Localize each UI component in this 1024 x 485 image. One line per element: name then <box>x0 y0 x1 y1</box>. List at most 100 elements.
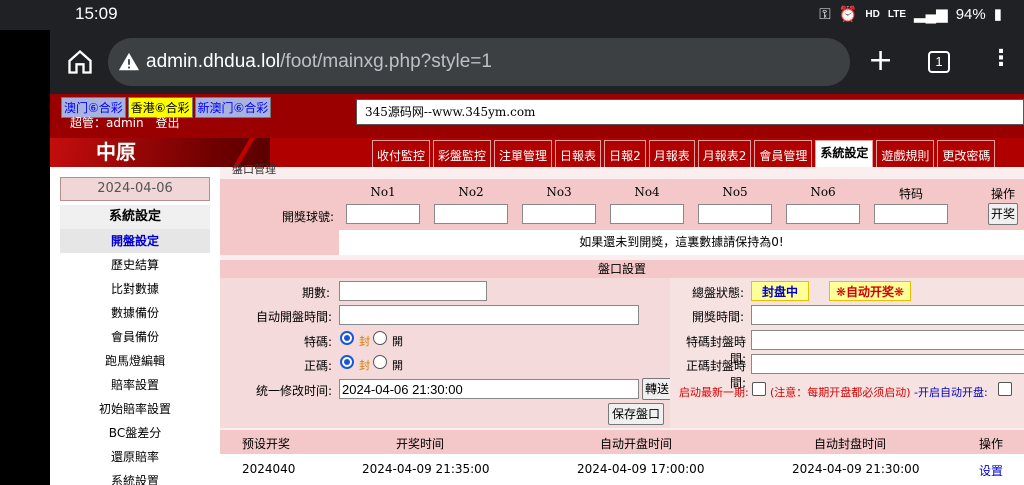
marquee-notice: 345源码网--www.345ym.com <box>356 99 1024 125</box>
home-icon[interactable] <box>66 48 94 76</box>
nav-tab-monthly-report[interactable]: 月報表 <box>648 140 695 167</box>
status-icons: ⚿ ⏰ HD LTE ▂▄▆ 94% ▮ <box>819 5 1002 24</box>
column-header: No6 <box>810 185 836 199</box>
main-content: 盤口管理 No1 No2 No3 No4 No5 No6 特码 操作 開獎球號:… <box>220 163 1024 485</box>
sidebar-item-restore-odds[interactable]: 還原賠率 <box>60 445 210 469</box>
column-header: No1 <box>370 185 396 199</box>
regular-open-label: 開 <box>392 359 403 372</box>
special-close-time-input[interactable] <box>751 330 1024 350</box>
status-badge: 封盘中 <box>751 281 809 301</box>
ball-no5-input[interactable] <box>698 204 772 224</box>
ball-no1-input[interactable] <box>346 204 420 224</box>
column-header: No3 <box>546 185 572 199</box>
nav-tab-member-management[interactable]: 會員管理 <box>754 140 813 167</box>
nav-tab-system-settings[interactable]: 系統設定 <box>815 140 874 167</box>
period-input[interactable] <box>339 281 487 301</box>
sidebar-date: 2024-04-06 <box>60 177 210 201</box>
sidebar-item-marquee-edit[interactable]: 跑馬燈編輯 <box>60 349 210 373</box>
sidebar-item-member-backup[interactable]: 會員備份 <box>60 325 210 349</box>
auto-latest-checkbox[interactable] <box>752 382 766 396</box>
logout-link[interactable]: 登出 <box>155 116 179 130</box>
address-bar[interactable]: admin.dhdua.lol/foot/mainxg.php?style=1 <box>108 38 850 86</box>
nav-tab-game-rules[interactable]: 遊戲規則 <box>876 140 935 167</box>
status-label: 總盤狀態: <box>691 286 744 300</box>
phone-status-bar: 15:09 ⚿ ⏰ HD LTE ▂▄▆ 94% ▮ <box>0 0 1024 30</box>
draw-note: 如果還未到開獎，這裏數據請保持為0! <box>339 230 1024 255</box>
nav-tab-lottery-monitor[interactable]: 彩盤監控 <box>433 140 492 167</box>
unified-time-label: 统一修改时间: <box>255 384 332 398</box>
sidebar-header: 系統設定 <box>60 205 210 229</box>
url-host: admin.dhdua.lol <box>146 51 281 72</box>
main-nav: 中原 收付監控 彩盤監控 注單管理 日報表 日報2 月報表 月報表2 會員管理 … <box>50 138 1024 167</box>
special-ball-input[interactable] <box>874 204 948 224</box>
sidebar-item-data-backup[interactable]: 數據備份 <box>60 301 210 325</box>
nav-tab-daily-report[interactable]: 日報表 <box>555 140 602 167</box>
url-path: /foot/mainxg.php?style=1 <box>280 51 492 72</box>
sidebar-item-system-setup[interactable]: 系統設置 <box>60 469 210 485</box>
browser-toolbar: admin.dhdua.lol/foot/mainxg.php?style=1 … <box>50 30 1024 94</box>
status-time: 15:09 <box>75 4 118 23</box>
ball-no2-input[interactable] <box>434 204 508 224</box>
row-draw-time: 2024-04-09 21:35:00 <box>362 462 490 476</box>
row-settings-link[interactable]: 设置 <box>979 462 1003 479</box>
admin-label: 超管：admin <box>70 116 144 130</box>
row-open-time: 2024-04-09 17:00:00 <box>577 462 705 476</box>
auto-open-time-label: 自动開盤時間: <box>255 310 332 324</box>
column-header: 特码 <box>898 187 923 201</box>
sidebar-item-initial-odds[interactable]: 初始賠率設置 <box>60 397 210 421</box>
unified-time-input[interactable] <box>339 379 639 399</box>
tab-switcher-button[interactable]: 1 <box>928 51 950 73</box>
auto-open-time-input[interactable] <box>339 305 639 325</box>
regular-close-radio[interactable] <box>340 355 354 369</box>
nav-tab-monthly-report-2[interactable]: 月報表2 <box>697 140 752 167</box>
sidebar-item-odds-settings[interactable]: 賠率設置 <box>60 373 210 397</box>
draw-time-input[interactable] <box>751 305 1024 325</box>
column-header: 开奖时间 <box>396 437 445 451</box>
draw-button[interactable]: 开奖 <box>988 203 1018 225</box>
nav-tab-daily-report-2[interactable]: 日報2 <box>604 140 646 167</box>
nav-tab-change-password[interactable]: 更改密碼 <box>937 140 996 167</box>
special-open-radio[interactable] <box>373 331 387 345</box>
ball-no4-input[interactable] <box>610 204 684 224</box>
settings-left-panel: 期數: 自动開盤時間: 特碼: 封 開 正碼: 封 開 统一修改时间: 轉送 保… <box>220 278 672 428</box>
draw-numbers-label: 開獎球號: <box>282 210 335 224</box>
sidebar-item-compare-data[interactable]: 比對數據 <box>60 277 210 301</box>
new-tab-icon[interactable]: + <box>868 46 893 76</box>
regular-open-radio[interactable] <box>373 355 387 369</box>
special-close-radio[interactable] <box>340 331 354 345</box>
network-type: LTE <box>887 8 906 20</box>
ball-no6-input[interactable] <box>786 204 860 224</box>
auto-open-draw-checkbox[interactable] <box>998 382 1012 396</box>
battery-icon: ▮ <box>993 6 1002 23</box>
admin-info: 超管：admin 登出 <box>70 114 187 131</box>
draw-numbers-panel: No1 No2 No3 No4 No5 No6 特码 操作 開獎球號: 开奖 如… <box>220 179 1024 255</box>
column-header: No5 <box>722 185 748 199</box>
ball-no3-input[interactable] <box>522 204 596 224</box>
regular-close-time-input[interactable] <box>751 354 1024 374</box>
warning-icon[interactable] <box>118 51 140 73</box>
column-header: 操作 <box>990 187 1015 201</box>
table-row: 2024040 2024-04-09 21:35:00 2024-04-09 1… <box>220 454 1024 485</box>
sidebar-item-open-settings[interactable]: 開盤設定 <box>60 229 210 253</box>
key-icon: ⚿ <box>819 5 831 23</box>
sidebar-item-history[interactable]: 歷史結算 <box>60 253 210 277</box>
draw-time-label: 開獎時間: <box>691 310 744 324</box>
sidebar-item-bc-diff[interactable]: BC盤差分 <box>60 421 210 445</box>
lottery-link-new-macau[interactable]: 新澳门⑥合彩 <box>194 97 272 118</box>
settings-right-panel: 總盤狀態: 封盘中 ❋自动开奖❋ 開獎時間: 特碼封盤時間: 正碼封盤時間: <box>670 278 1024 428</box>
url-text[interactable]: admin.dhdua.lol/foot/mainxg.php?style=1 <box>146 51 492 73</box>
save-button[interactable]: 保存盤口 <box>608 403 664 425</box>
more-menu-icon[interactable]: ⋮ <box>990 48 1012 70</box>
nav-tab-payment-monitor[interactable]: 收付監控 <box>372 140 431 167</box>
regular-close-label: 封 <box>359 359 370 372</box>
nav-tab-bet-management[interactable]: 注單管理 <box>494 140 553 167</box>
battery-level: 94% <box>955 5 986 23</box>
nav-tabs: 收付監控 彩盤監控 注單管理 日報表 日報2 月報表 月報表2 會員管理 系統設… <box>372 140 998 167</box>
regular-label: 正碼: <box>303 359 332 373</box>
column-header: 自动开盘时间 <box>600 437 673 451</box>
admin-header: 澳门⑥合彩 香港⑥合彩 新澳门⑥合彩 超管：admin 登出 345源码网--w… <box>50 94 1024 138</box>
period-label: 期數: <box>301 286 330 300</box>
send-button[interactable]: 轉送 <box>642 378 672 400</box>
special-label: 特碼: <box>303 335 332 349</box>
row-close-time: 2024-04-09 21:30:00 <box>792 462 920 476</box>
